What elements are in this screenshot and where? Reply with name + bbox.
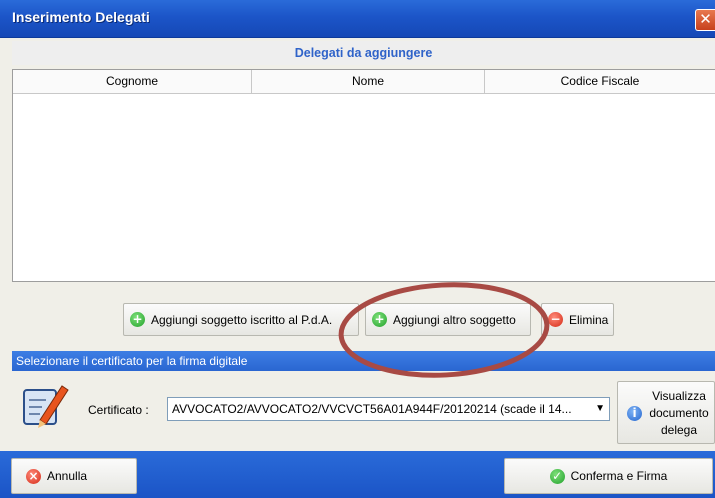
column-header-nome[interactable]: Nome: [252, 70, 485, 93]
plus-circle-icon: +: [130, 312, 145, 327]
delete-label: Elimina: [569, 312, 609, 327]
delete-button[interactable]: − Elimina: [541, 303, 614, 336]
column-header-cognome[interactable]: Cognome: [13, 70, 252, 93]
title-bar: Inserimento Delegati ✕: [0, 0, 715, 38]
plus-circle-icon: +: [372, 312, 387, 327]
dialog-window: Inserimento Delegati ✕ Delegati da aggiu…: [0, 0, 715, 498]
close-button[interactable]: ✕: [695, 9, 715, 31]
info-icon: i: [627, 406, 642, 421]
chevron-down-icon[interactable]: ▼: [595, 398, 605, 420]
add-registered-subject-button[interactable]: + Aggiungi soggetto iscritto al P.d.A.: [123, 303, 359, 336]
delegati-table: Cognome Nome Codice Fiscale: [12, 69, 715, 282]
x-circle-icon: ×: [26, 468, 41, 484]
certificate-section-header: Selezionare il certificato per la firma …: [12, 351, 715, 371]
confirm-label: Conferma e Firma: [570, 469, 668, 483]
check-circle-icon: ✓: [549, 468, 565, 484]
window-title: Inserimento Delegati: [12, 9, 150, 25]
certificate-pen-icon: [23, 385, 69, 428]
cancel-button[interactable]: × Annulla: [11, 458, 137, 494]
view-delegation-document-button[interactable]: i Visualizza documento delega: [617, 381, 715, 444]
certificate-select[interactable]: AVVOCATO2/AVVOCATO2/VVCVCT56A01A944F/201…: [167, 397, 610, 421]
delegati-header: Delegati da aggiungere: [12, 41, 715, 65]
minus-circle-icon: −: [548, 312, 563, 327]
confirm-and-sign-button[interactable]: ✓ Conferma e Firma: [504, 458, 713, 494]
certificate-label: Certificato :: [88, 403, 149, 417]
table-header-row: Cognome Nome Codice Fiscale: [13, 70, 715, 94]
add-registered-label: Aggiungi soggetto iscritto al P.d.A.: [151, 312, 333, 327]
column-header-codice-fiscale[interactable]: Codice Fiscale: [485, 70, 715, 93]
table-body[interactable]: [13, 94, 715, 280]
view-document-label: Visualizza documento delega: [649, 389, 709, 437]
add-other-label: Aggiungi altro soggetto: [393, 312, 516, 327]
cancel-label: Annulla: [47, 469, 88, 483]
certificate-selected-value: AVVOCATO2/AVVOCATO2/VVCVCT56A01A944F/201…: [172, 402, 572, 416]
add-other-subject-button[interactable]: + Aggiungi altro soggetto: [365, 303, 531, 336]
